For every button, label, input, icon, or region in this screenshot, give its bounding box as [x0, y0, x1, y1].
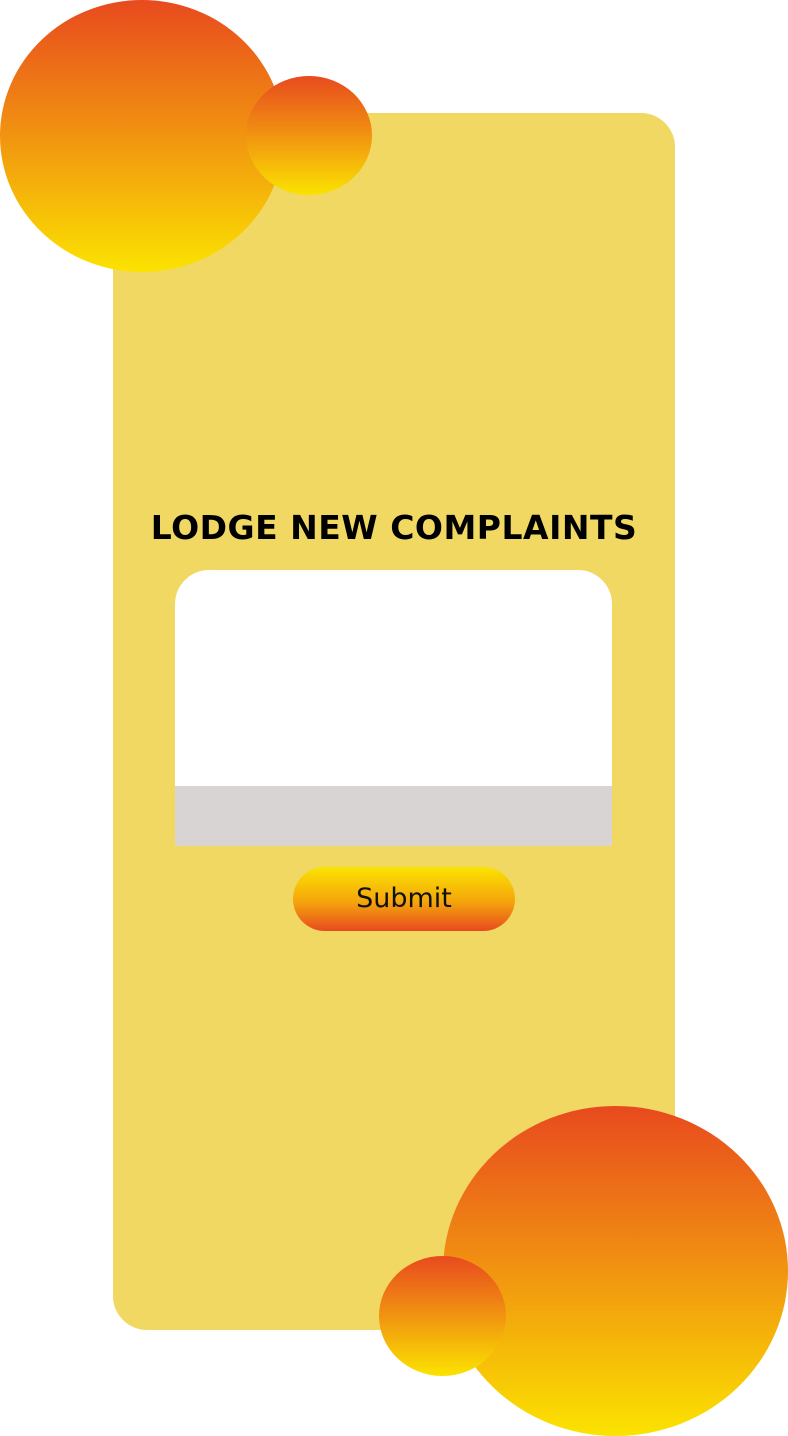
- decorative-bubble-large-bottom: [443, 1106, 788, 1436]
- decorative-bubble-large-top: [0, 0, 284, 272]
- submit-button[interactable]: Submit: [293, 867, 515, 931]
- complaint-field[interactable]: [175, 570, 612, 846]
- decorative-bubble-small-bottom: [379, 1256, 506, 1376]
- complaint-input[interactable]: [175, 570, 612, 786]
- complaint-field-footer: [175, 786, 612, 846]
- decorative-bubble-small-top: [246, 76, 372, 195]
- page-title: LODGE NEW COMPLAINTS: [150, 508, 638, 547]
